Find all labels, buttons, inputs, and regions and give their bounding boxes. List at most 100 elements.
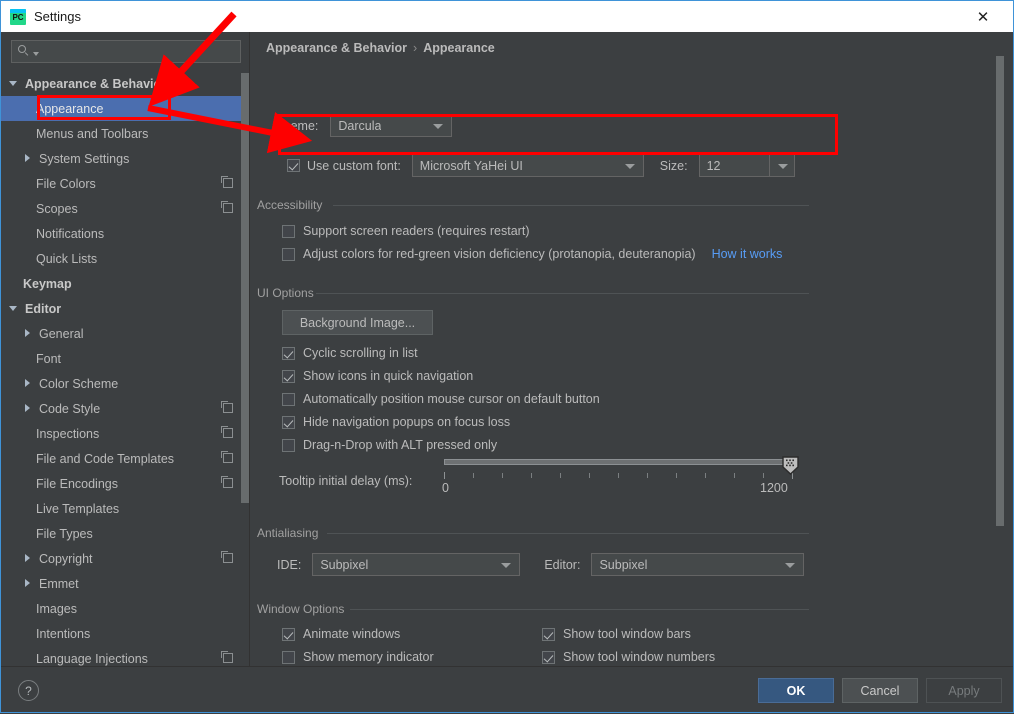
slider-tick	[589, 473, 590, 478]
main-scrollbar-thumb[interactable]	[996, 56, 1004, 526]
sidebar-item-font[interactable]: Font	[1, 346, 249, 371]
copy-settings-icon	[221, 651, 233, 663]
sidebar-item-scopes[interactable]: Scopes	[1, 196, 249, 221]
sidebar-item-general[interactable]: General	[1, 321, 249, 346]
cancel-button[interactable]: Cancel	[842, 678, 918, 703]
support-screen-readers-label: Support screen readers (requires restart…	[303, 224, 530, 238]
chevron-right-icon[interactable]	[23, 328, 34, 339]
sidebar-item-live-templates[interactable]: Live Templates	[1, 496, 249, 521]
adjust-colors-checkbox[interactable]	[282, 247, 295, 261]
font-size-value: 12	[706, 158, 721, 173]
cyclic-scrolling-checkbox[interactable]	[282, 346, 295, 360]
background-image-button[interactable]: Background Image...	[282, 310, 433, 335]
chevron-right-icon[interactable]	[23, 553, 34, 564]
adjust-colors-row[interactable]: Adjust colors for red-green vision defic…	[282, 247, 782, 261]
group-divider	[327, 533, 809, 534]
show-tool-window-numbers-checkbox[interactable]	[542, 650, 555, 664]
chevron-right-icon[interactable]	[23, 153, 34, 164]
slider-tick	[444, 472, 445, 479]
auto-position-cursor-row[interactable]: Automatically position mouse cursor on d…	[282, 392, 600, 406]
editor-antialiasing-label: Editor:	[544, 557, 581, 572]
sidebar-item-label: Images	[36, 601, 77, 616]
sidebar-item-label: Notifications	[36, 226, 105, 241]
chevron-right-icon[interactable]	[23, 578, 34, 589]
sidebar-item-menus-and-toolbars[interactable]: Menus and Toolbars	[1, 121, 249, 146]
support-screen-readers-checkbox[interactable]	[282, 224, 295, 238]
sidebar-item-file-encodings[interactable]: File Encodings	[1, 471, 249, 496]
sidebar-item-system-settings[interactable]: System Settings	[1, 146, 249, 171]
chevron-down-icon[interactable]	[768, 154, 795, 177]
close-icon[interactable]: ✕	[961, 1, 1005, 32]
sidebar-item-editor[interactable]: Editor	[1, 296, 249, 321]
sidebar-item-quick-lists[interactable]: Quick Lists	[1, 246, 249, 271]
animate-windows-checkbox[interactable]	[282, 627, 295, 641]
cyclic-scrolling-row[interactable]: Cyclic scrolling in list	[282, 346, 418, 360]
sidebar-item-code-style[interactable]: Code Style	[1, 396, 249, 421]
slider-thumb[interactable]	[782, 456, 799, 475]
chevron-right-icon[interactable]	[23, 378, 34, 389]
drag-n-drop-alt-checkbox[interactable]	[282, 438, 295, 452]
show-memory-indicator-checkbox[interactable]	[282, 650, 295, 664]
support-screen-readers-row[interactable]: Support screen readers (requires restart…	[282, 224, 529, 238]
sidebar-item-language-injections[interactable]: Language Injections	[1, 646, 249, 666]
search-input[interactable]	[39, 44, 240, 59]
show-tool-window-bars-checkbox[interactable]	[542, 627, 555, 641]
help-button[interactable]: ?	[18, 680, 39, 701]
animate-windows-row[interactable]: Animate windows	[282, 627, 400, 641]
sidebar-item-notifications[interactable]: Notifications	[1, 221, 249, 246]
font-size-select[interactable]: 12	[698, 154, 795, 177]
auto-position-cursor-checkbox[interactable]	[282, 392, 295, 406]
sidebar-item-file-types[interactable]: File Types	[1, 521, 249, 546]
sidebar-item-emmet[interactable]: Emmet	[1, 571, 249, 596]
hide-nav-popups-label: Hide navigation popups on focus loss	[303, 415, 511, 429]
sidebar-item-color-scheme[interactable]: Color Scheme	[1, 371, 249, 396]
sidebar-item-appearance[interactable]: Appearance	[1, 96, 249, 121]
custom-font-value: Microsoft YaHei UI	[419, 158, 523, 173]
use-custom-font-checkbox[interactable]	[287, 159, 300, 172]
chevron-down-icon[interactable]	[9, 303, 20, 314]
theme-select[interactable]: Darcula	[330, 114, 453, 137]
how-it-works-link[interactable]: How it works	[712, 247, 783, 261]
sidebar-item-file-colors[interactable]: File Colors	[1, 171, 249, 196]
ok-button[interactable]: OK	[758, 678, 834, 703]
chevron-down-icon	[624, 164, 635, 169]
chevron-down-icon	[501, 563, 512, 568]
show-tool-window-numbers-row[interactable]: Show tool window numbers	[542, 650, 715, 664]
editor-antialiasing-select[interactable]: Subpixel	[591, 553, 805, 576]
chevron-right-icon[interactable]	[23, 403, 34, 414]
breadcrumb-parent[interactable]: Appearance & Behavior	[266, 41, 407, 55]
show-icons-quick-nav-row[interactable]: Show icons in quick navigation	[282, 369, 473, 383]
drag-n-drop-alt-row[interactable]: Drag-n-Drop with ALT pressed only	[282, 438, 497, 452]
settings-tree: Appearance & Behavior Appearance Menus and…	[1, 71, 249, 666]
slider-tick	[473, 473, 474, 478]
custom-font-select[interactable]: Microsoft YaHei UI	[411, 154, 644, 177]
show-icons-quick-nav-checkbox[interactable]	[282, 369, 295, 383]
show-tool-window-bars-row[interactable]: Show tool window bars	[542, 627, 691, 641]
sidebar-item-images[interactable]: Images	[1, 596, 249, 621]
adjust-colors-label: Adjust colors for red-green vision defic…	[303, 247, 696, 261]
sidebar-item-label: Emmet	[39, 576, 79, 591]
sidebar-item-copyright[interactable]: Copyright	[1, 546, 249, 571]
sidebar-item-file-and-code-templates[interactable]: File and Code Templates	[1, 446, 249, 471]
sidebar-item-inspections[interactable]: Inspections	[1, 421, 249, 446]
sidebar-item-intentions[interactable]: Intentions	[1, 621, 249, 646]
chevron-down-icon[interactable]	[9, 78, 20, 89]
sidebar-scrollbar-thumb[interactable]	[241, 73, 249, 503]
hide-nav-popups-row[interactable]: Hide navigation popups on focus loss	[282, 415, 510, 429]
search-box[interactable]	[11, 40, 241, 63]
slider-track[interactable]	[444, 459, 792, 465]
ide-antialiasing-select[interactable]: Subpixel	[312, 553, 521, 576]
sidebar-item-label: Code Style	[39, 401, 101, 416]
sidebar-item-appearance-behavior[interactable]: Appearance & Behavior	[1, 71, 249, 96]
slider-tick	[502, 473, 503, 478]
slider-tick	[618, 473, 619, 478]
sidebar-item-label: Live Templates	[36, 501, 120, 516]
apply-button[interactable]: Apply	[926, 678, 1002, 703]
sidebar-item-keymap[interactable]: Keymap	[1, 271, 249, 296]
antialiasing-group-title: Antialiasing	[257, 526, 326, 540]
hide-nav-popups-checkbox[interactable]	[282, 415, 295, 429]
breadcrumb-separator-icon: ›	[413, 41, 418, 55]
settings-sidebar: Appearance & Behavior Appearance Menus and…	[1, 32, 250, 666]
settings-dialog: PC Settings ✕ Appearance & Behavior Appea…	[0, 0, 1014, 713]
show-memory-indicator-row[interactable]: Show memory indicator	[282, 650, 434, 664]
